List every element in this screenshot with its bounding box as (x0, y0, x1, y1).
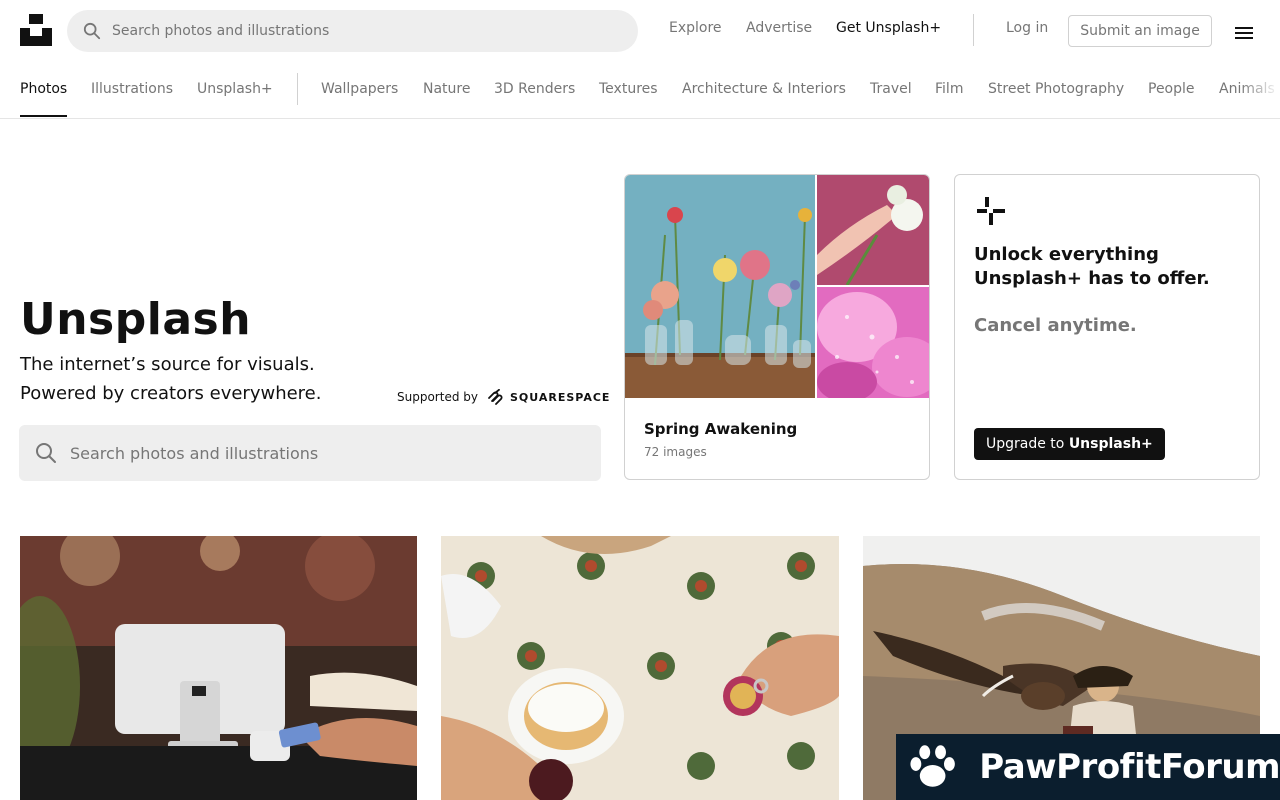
nav-get-unsplash-plus-link[interactable]: Get Unsplash+ (836, 20, 941, 36)
tab-photos[interactable]: Photos (20, 81, 67, 97)
hamburger-menu-icon[interactable] (1233, 21, 1255, 41)
topics-nav: Photos Illustrations Unsplash+ Wallpaper… (0, 62, 1280, 119)
unsplash-plus-icon (977, 197, 1005, 225)
hero-tagline-2: Powered by creators everywhere. (20, 383, 322, 404)
topic-architecture-interiors[interactable]: Architecture & Interiors (682, 81, 846, 97)
topic-nature[interactable]: Nature (423, 81, 470, 97)
hero-search-bar[interactable] (19, 425, 601, 481)
supported-by-label: Supported by (397, 390, 478, 404)
photo-passionfruit-tart[interactable] (441, 536, 839, 800)
topics-scroll-fade (1240, 62, 1280, 118)
top-bar: Explore Advertise Get Unsplash+ Log in S… (0, 0, 1280, 62)
topic-3d-renders[interactable]: 3D Renders (494, 81, 575, 97)
hero-tagline-1: The internet’s source for visuals. (20, 354, 315, 375)
hero-title: Unsplash (20, 294, 252, 345)
active-tab-indicator (20, 115, 67, 117)
photo-payment-terminal[interactable] (20, 536, 417, 800)
collection-title[interactable]: Spring Awakening (644, 420, 797, 438)
squarespace-logo-icon (488, 389, 503, 405)
collection-image-flowers-vases[interactable] (625, 175, 815, 398)
upgrade-button-brand: Unsplash+ (1068, 436, 1153, 452)
sponsor-credit[interactable]: Supported by SQUARESPACE (397, 389, 610, 405)
header-search-input[interactable] (112, 23, 592, 39)
tab-unsplash-plus[interactable]: Unsplash+ (197, 81, 273, 97)
header-search-bar[interactable] (67, 10, 638, 52)
topic-street-photography[interactable]: Street Photography (988, 81, 1124, 97)
search-icon[interactable] (35, 442, 57, 464)
topics-divider (297, 73, 298, 105)
promo-subline: Cancel anytime. (974, 315, 1137, 336)
collection-image-hand-flowers[interactable] (817, 175, 929, 285)
nav-advertise-link[interactable]: Advertise (746, 20, 812, 36)
login-link[interactable]: Log in (1006, 20, 1048, 36)
paw-icon (910, 745, 955, 787)
tab-illustrations[interactable]: Illustrations (91, 81, 173, 97)
topic-wallpapers[interactable]: Wallpapers (321, 81, 398, 97)
topic-film[interactable]: Film (935, 81, 963, 97)
watermark-text: PawProfitForum (979, 747, 1280, 787)
topic-people[interactable]: People (1148, 81, 1195, 97)
watermark-banner: PawProfitForum (896, 734, 1280, 800)
upgrade-button[interactable]: Upgrade to Unsplash+ (974, 428, 1165, 460)
unsplash-logo-icon[interactable] (20, 14, 52, 46)
topic-travel[interactable]: Travel (870, 81, 912, 97)
upgrade-button-prefix: Upgrade to (986, 436, 1069, 452)
search-icon[interactable] (83, 22, 101, 40)
nav-explore-link[interactable]: Explore (669, 20, 722, 36)
hero-search-input[interactable] (70, 443, 550, 463)
collection-image-count: 72 images (644, 445, 707, 459)
promo-headline: Unlock everything Unsplash+ has to offer… (974, 244, 1210, 289)
sponsor-name: SQUARESPACE (509, 390, 611, 404)
topic-textures[interactable]: Textures (599, 81, 658, 97)
header-divider (973, 14, 974, 46)
submit-image-button[interactable]: Submit an image (1068, 15, 1212, 47)
collection-card[interactable]: Spring Awakening 72 images (624, 174, 930, 480)
unsplash-plus-promo-card: Unlock everything Unsplash+ has to offer… (954, 174, 1260, 480)
collection-image-pink-petals[interactable] (817, 287, 929, 398)
